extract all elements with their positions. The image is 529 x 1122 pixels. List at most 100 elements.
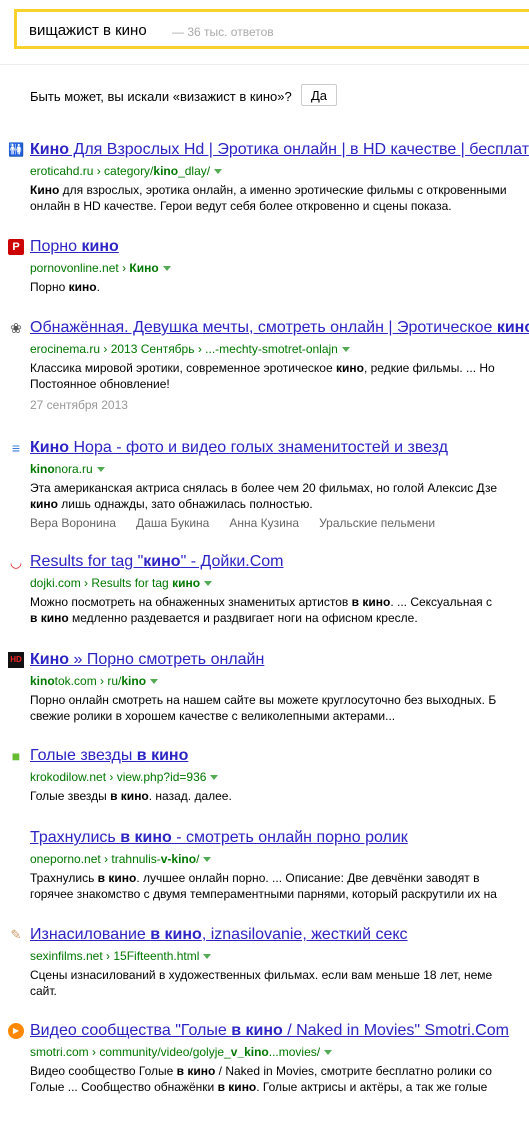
url-part: tok.com › ru/ bbox=[54, 674, 122, 688]
result-snippet: Видео сообщество Голые в кино / Naked in… bbox=[30, 1063, 492, 1095]
result-title-link[interactable]: Кино Нора - фото и видео голых знаменито… bbox=[30, 438, 448, 458]
snippet-part: / Naked in Movies, смотрите бесплатно ро… bbox=[215, 1064, 492, 1078]
title-part: , iznasilovanie, жесткий секс bbox=[201, 926, 408, 943]
url-menu-icon[interactable] bbox=[324, 1050, 333, 1056]
result-snippet: Сцены изнасилований в художественных фил… bbox=[30, 967, 492, 999]
result-date: 27 сентября 2013 bbox=[30, 398, 128, 412]
snippet-part: . назад. далее. bbox=[148, 789, 232, 803]
title-part: / Naked in Movies" Smotri.Com bbox=[282, 1022, 509, 1039]
result-snippet: Можно посмотреть на обнаженных знамениты… bbox=[30, 594, 492, 626]
title-part: Results for tag " bbox=[30, 553, 144, 570]
snippet-part: в кино bbox=[217, 1080, 257, 1094]
suggestion-yes-button[interactable]: Да bbox=[301, 84, 337, 106]
result-snippet: Эта американская актриса снялась в более… bbox=[30, 480, 497, 512]
url-menu-icon[interactable] bbox=[204, 581, 213, 587]
result-url[interactable]: sexinfilms.net › 15Fifteenth.html bbox=[30, 949, 212, 963]
result-snippet: Классика мировой эротики, современное эр… bbox=[30, 360, 495, 392]
spelling-suggestion: Быть может, вы искали «визажист в кино»?… bbox=[30, 84, 337, 106]
snippet-part: онлайн в HD качестве. Герои ведут себя б… bbox=[30, 199, 452, 213]
url-part: nora.ru bbox=[54, 462, 93, 476]
url-part: sexinfilms.net › 15Fifteenth.html bbox=[30, 949, 200, 963]
url-part: Кино bbox=[129, 261, 159, 275]
url-menu-icon[interactable] bbox=[341, 347, 350, 353]
snippet-line: Эта американская актриса снялась в более… bbox=[30, 480, 497, 496]
snippet-line: Постоянное обновление! bbox=[30, 376, 495, 392]
sitelink[interactable]: Даша Букина bbox=[136, 516, 209, 530]
snippet-part: . ... Сексуальная с bbox=[390, 595, 492, 609]
url-menu-icon[interactable] bbox=[203, 857, 212, 863]
sexinfilms-icon: ✎ bbox=[10, 927, 22, 942]
title-part: кино bbox=[143, 553, 181, 570]
url-menu-icon[interactable] bbox=[96, 467, 105, 473]
url-part: ...movies/ bbox=[268, 1045, 321, 1059]
result-title-link[interactable]: Кино Для Взрослых Hd | Эротика онлайн | … bbox=[30, 140, 529, 160]
snippet-part: Порно bbox=[30, 280, 69, 294]
snippet-line: свежие ролики в хорошем качестве с велик… bbox=[30, 708, 496, 724]
snippet-part: Постоянное обновление! bbox=[30, 377, 170, 391]
result-url[interactable]: erocinema.ru › 2013 Сентябрь › ...-mecht… bbox=[30, 342, 350, 356]
snippet-part: Эта американская актриса снялась в более… bbox=[30, 481, 498, 495]
snippet-part: Сцены изнасилований в художественных фил… bbox=[30, 968, 493, 982]
kinonora-icon: ≡ bbox=[11, 440, 21, 456]
title-part: кино bbox=[81, 238, 119, 255]
snippet-part: кино bbox=[335, 361, 364, 375]
result-title-link[interactable]: Кино » Порно смотреть онлайн bbox=[30, 650, 264, 670]
porno-p-icon: P bbox=[8, 239, 24, 255]
url-part: v_kino bbox=[230, 1045, 269, 1059]
snippet-part: Видео сообщество Голые bbox=[30, 1064, 177, 1078]
snippet-line: Порно онлайн смотреть на нашем сайте вы … bbox=[30, 692, 496, 708]
title-part: в кино bbox=[136, 747, 189, 764]
title-part: кино bbox=[496, 319, 529, 336]
sitelink[interactable]: Уральские пельмени bbox=[319, 516, 435, 530]
snippet-line: Голые ... Сообщество обнажёнки в кино. Г… bbox=[30, 1079, 492, 1095]
url-part: eroticahd.ru › category/ bbox=[30, 164, 154, 178]
url-part: pornovonline.net › bbox=[30, 261, 130, 275]
title-part: Трахнулись bbox=[30, 829, 121, 846]
title-part: Голые звезды bbox=[30, 747, 137, 764]
result-url[interactable]: dojki.com › Results for tag кино bbox=[30, 576, 213, 590]
url-part: _dlay/ bbox=[178, 164, 211, 178]
result-url[interactable]: krokodilow.net › view.php?id=936 bbox=[30, 770, 219, 784]
snippet-line: онлайн в HD качестве. Герои ведут себя б… bbox=[30, 198, 507, 214]
search-query[interactable]: вищажист в кино bbox=[29, 22, 147, 39]
url-part: oneporno.net › trahnulis- bbox=[30, 852, 161, 866]
snippet-line: Видео сообщество Голые в кино / Naked in… bbox=[30, 1063, 492, 1079]
result-title-link[interactable]: Results for tag "кино" - Дойки.Com bbox=[30, 552, 283, 572]
result-url[interactable]: kinonora.ru bbox=[30, 462, 105, 476]
result-title-link[interactable]: Изнасилование в кино, iznasilovanie, жес… bbox=[30, 925, 408, 945]
result-title-link[interactable]: Голые звезды в кино bbox=[30, 746, 188, 766]
result-title-link[interactable]: Порно кино bbox=[30, 237, 119, 257]
result-title-link[interactable]: Обнажённая. Девушка мечты, смотреть онла… bbox=[30, 318, 529, 338]
url-menu-icon[interactable] bbox=[210, 775, 219, 781]
lips-icon: ◡ bbox=[9, 554, 23, 570]
url-menu-icon[interactable] bbox=[214, 169, 223, 175]
url-part: v-kino bbox=[160, 852, 197, 866]
snippet-part: Классика мировой эротики, современное эр… bbox=[30, 361, 336, 375]
snippet-part: . лучшее онлайн порно. ... Описание: Две… bbox=[136, 871, 480, 885]
snippet-part: сайт. bbox=[30, 984, 57, 998]
result-url[interactable]: kinotok.com › ru/kino bbox=[30, 674, 159, 688]
snippet-part: кино bbox=[30, 497, 58, 511]
title-part: » Порно смотреть онлайн bbox=[69, 651, 265, 668]
sitelink[interactable]: Анна Кузина bbox=[229, 516, 299, 530]
snippet-line: Трахнулись в кино. лучшее онлайн порно. … bbox=[30, 870, 497, 886]
result-url[interactable]: smotri.com › community/video/golyje_v_ki… bbox=[30, 1045, 333, 1059]
title-part: " - Дойки.Com bbox=[180, 553, 284, 570]
suggestion-text: Быть может, вы искали «визажист в кино»? bbox=[30, 89, 292, 104]
result-url[interactable]: oneporno.net › trahnulis-v-kino/ bbox=[30, 852, 212, 866]
url-part: кино bbox=[172, 576, 201, 590]
result-url[interactable]: pornovonline.net › Кино bbox=[30, 261, 171, 275]
url-menu-icon[interactable] bbox=[162, 266, 171, 272]
snippet-part: Голые ... Сообщество обнажёнки bbox=[30, 1080, 218, 1094]
url-menu-icon[interactable] bbox=[203, 954, 212, 960]
snippet-line: кино лишь однажды, зато обнажилась полно… bbox=[30, 496, 497, 512]
search-bar[interactable]: вищажист в кино — 36 тыс. ответов bbox=[14, 9, 529, 49]
snippet-part: . bbox=[96, 280, 100, 294]
title-part: Видео сообщества "Голые bbox=[30, 1022, 232, 1039]
hd-icon: HD bbox=[8, 652, 24, 668]
result-title-link[interactable]: Трахнулись в кино - смотреть онлайн порн… bbox=[30, 828, 408, 848]
result-url[interactable]: eroticahd.ru › category/kino_dlay/ bbox=[30, 164, 223, 178]
sitelink[interactable]: Вера Воронина bbox=[30, 516, 116, 530]
url-menu-icon[interactable] bbox=[150, 679, 159, 685]
result-title-link[interactable]: Видео сообщества "Голые в кино / Naked i… bbox=[30, 1021, 509, 1041]
